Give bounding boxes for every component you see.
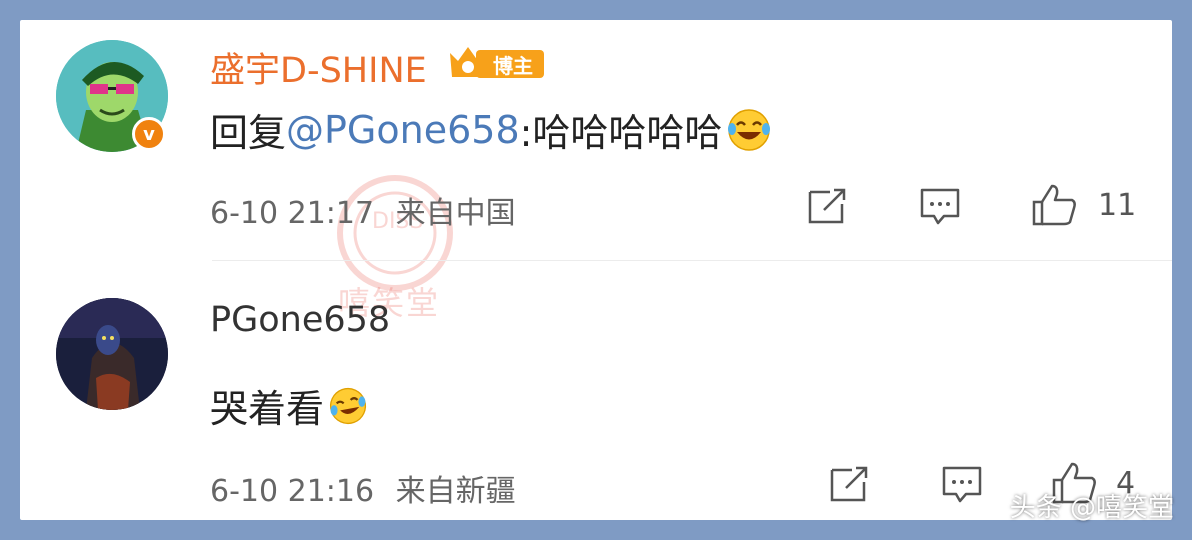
laughing-tears-emoji-icon — [728, 108, 771, 151]
comment-meta: 6-10 21:16 来自新疆 — [210, 466, 516, 510]
blogger-badge: 博主 — [446, 43, 544, 81]
comment-body: :哈哈哈哈哈 — [519, 111, 723, 155]
avatar-image — [56, 298, 168, 410]
comment-icon[interactable] — [918, 186, 962, 226]
comment-meta: 6-10 21:17 来自中国 — [210, 188, 516, 232]
verified-badge-icon: v — [132, 117, 166, 151]
mention-link[interactable]: @PGone658 — [286, 108, 520, 152]
comment-icon[interactable] — [940, 464, 984, 504]
author-name[interactable]: 盛宇D-SHINE — [210, 42, 427, 93]
like-icon[interactable] — [1030, 182, 1078, 228]
comment-item: PGone658 哭着看 6-10 21:16 来自新疆 4 — [20, 280, 1172, 520]
crying-laughing-emoji-icon — [329, 387, 367, 424]
comment-text: 哭着看 — [210, 378, 368, 433]
divider — [212, 260, 1172, 261]
author-name[interactable]: PGone658 — [210, 300, 390, 340]
avatar[interactable] — [56, 298, 168, 410]
source-credit: 头条 @嘻笑堂 — [1009, 493, 1174, 523]
share-icon[interactable] — [806, 186, 850, 226]
like-count: 11 — [1098, 188, 1137, 223]
comment-location: 来自中国 — [395, 196, 516, 231]
comment-body: 哭着看 — [210, 387, 325, 431]
comment-location: 来自新疆 — [395, 474, 516, 509]
comment-text: 回复 @PGone658 :哈哈哈哈哈 — [210, 102, 772, 157]
comment-time: 6-10 21:17 — [210, 196, 375, 231]
comment-item: v 盛宇D-SHINE 博主 回复 @PGone658 :哈哈哈哈哈 6-10 … — [20, 20, 1172, 260]
reply-prefix: 回复 — [210, 111, 287, 155]
share-icon[interactable] — [828, 464, 872, 504]
badge-label: 博主 — [476, 50, 544, 78]
comments-card: DISS 嘻笑堂 v 盛宇D-SHINE 博主 回复 @PGone658:哈哈… — [20, 20, 1172, 520]
comment-time: 6-10 21:16 — [210, 474, 375, 509]
